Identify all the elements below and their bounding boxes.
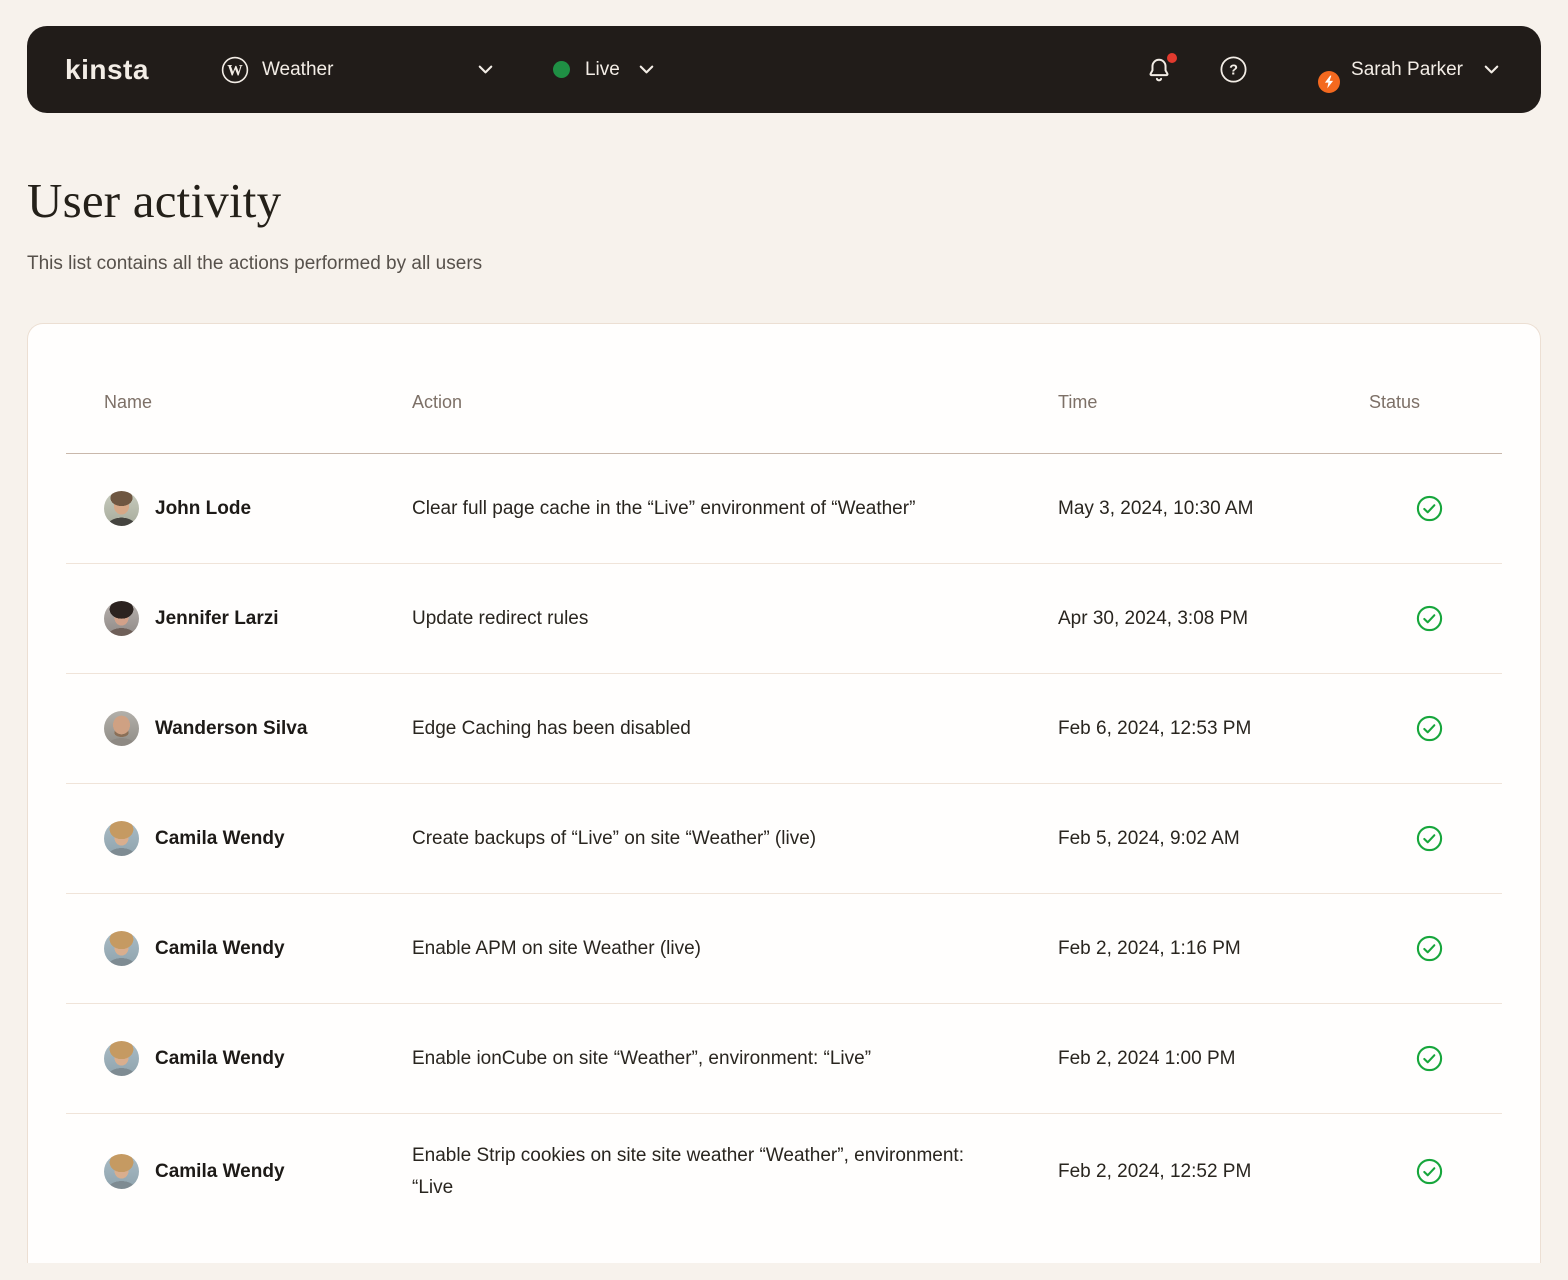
avatar (104, 491, 139, 526)
row-name: Camila Wendy (155, 1160, 285, 1182)
status-cell (1369, 825, 1502, 852)
name-cell: Camila Wendy (104, 931, 412, 966)
main-content: User activity This list contains all the… (27, 176, 1541, 1263)
chevron-down-icon (474, 58, 497, 81)
column-header-status: Status (1369, 392, 1421, 412)
wordpress-icon: W (221, 56, 249, 84)
avatar (104, 711, 139, 746)
status-cell (1369, 1045, 1502, 1072)
name-cell: Camila Wendy (104, 1154, 412, 1190)
row-name: Camila Wendy (155, 827, 285, 849)
status-success-icon (1416, 1159, 1443, 1185)
avatar (104, 1154, 139, 1190)
status-success-icon (1416, 715, 1443, 742)
screen: kinsta W Weather Live ? Sarah Parker Use… (0, 0, 1568, 1280)
row-name: Wanderson Silva (155, 717, 308, 739)
table-body: John Lode Clear full page cache in the “… (28, 454, 1540, 1230)
column-header-time: Time (1058, 392, 1098, 412)
table-row: Camila Wendy Enable Strip cookies on sit… (66, 1114, 1502, 1230)
avatar (104, 601, 139, 636)
avatar (104, 1041, 139, 1076)
live-status-dot (552, 61, 570, 78)
row-time: Feb 6, 2024, 12:53 PM (1058, 717, 1252, 739)
chevron-down-icon (635, 58, 658, 81)
row-name: Camila Wendy (155, 937, 285, 959)
status-cell (1369, 605, 1502, 632)
row-name: Jennifer Larzi (155, 607, 279, 629)
lightning-badge-icon (1318, 70, 1341, 93)
page-title: User activity (27, 173, 282, 228)
column-header-name: Name (104, 392, 153, 412)
row-time: Feb 2, 2024, 1:16 PM (1058, 937, 1241, 959)
site-selector-label: Weather (261, 58, 334, 80)
environment-selector-dropdown[interactable]: Live (552, 58, 658, 81)
row-name: John Lode (155, 497, 252, 519)
status-cell (1369, 935, 1502, 962)
kinsta-logo[interactable]: kinsta (65, 54, 149, 86)
table-row: John Lode Clear full page cache in the “… (66, 454, 1502, 564)
chevron-down-icon (1480, 58, 1503, 81)
table-header-row: Name Action Time Status (66, 324, 1502, 454)
name-cell: Jennifer Larzi (104, 601, 412, 636)
page-subtitle: This list contains all the actions perfo… (27, 253, 483, 274)
name-cell: Camila Wendy (104, 821, 412, 856)
row-action: Enable APM on site Weather (live) (412, 937, 702, 959)
user-menu-dropdown[interactable]: Sarah Parker (1294, 50, 1503, 93)
row-action: Create backups of “Live” on site “Weathe… (412, 827, 817, 849)
row-action: Enable ionCube on site “Weather”, enviro… (412, 1047, 872, 1069)
name-cell: Wanderson Silva (104, 711, 412, 746)
status-cell (1369, 1158, 1502, 1185)
status-cell (1369, 715, 1502, 742)
row-time: Apr 30, 2024, 3:08 PM (1058, 607, 1249, 629)
row-action: Clear full page cache in the “Live” envi… (412, 497, 916, 519)
status-success-icon (1416, 495, 1443, 522)
row-name: Camila Wendy (155, 1047, 285, 1069)
environment-label: Live (584, 58, 620, 80)
row-time: Feb 5, 2024, 9:02 AM (1058, 827, 1240, 849)
help-icon[interactable]: ? (1219, 55, 1248, 84)
unread-notification-dot (1167, 52, 1178, 63)
notifications-bell-icon[interactable] (1145, 52, 1178, 84)
status-success-icon (1416, 935, 1443, 962)
name-cell: John Lode (104, 491, 412, 526)
status-success-icon (1416, 1045, 1443, 1072)
status-cell (1369, 495, 1502, 522)
row-action: Edge Caching has been disabled (412, 717, 691, 739)
user-avatar (1294, 50, 1341, 93)
name-cell: Camila Wendy (104, 1041, 412, 1076)
svg-text:W: W (227, 62, 243, 79)
top-navbar: kinsta W Weather Live ? Sarah Parker (27, 26, 1541, 113)
navbar-right-group: ? Sarah Parker (1145, 50, 1503, 93)
status-success-icon (1416, 825, 1443, 852)
avatar (104, 821, 139, 856)
column-header-action: Action (412, 392, 463, 412)
user-activity-card: Name Action Time Status John Lode Clear … (27, 323, 1541, 1263)
user-name: Sarah Parker (1351, 58, 1463, 80)
row-time: May 3, 2024, 10:30 AM (1058, 497, 1254, 519)
row-action: Update redirect rules (412, 607, 589, 629)
avatar (104, 931, 139, 966)
status-success-icon (1416, 605, 1443, 632)
table-row: Camila Wendy Enable APM on site Weather … (66, 894, 1502, 1004)
table-row: Wanderson Silva Edge Caching has been di… (66, 674, 1502, 784)
row-action: Enable Strip cookies on site site weathe… (412, 1145, 964, 1198)
table-row: Camila Wendy Enable ionCube on site “Wea… (66, 1004, 1502, 1114)
svg-text:?: ? (1229, 63, 1238, 79)
table-row: Jennifer Larzi Update redirect rules Apr… (66, 564, 1502, 674)
row-time: Feb 2, 2024 1:00 PM (1058, 1047, 1236, 1069)
row-time: Feb 2, 2024, 12:52 PM (1058, 1160, 1252, 1182)
site-selector-dropdown[interactable]: W Weather (221, 56, 497, 84)
table-row: Camila Wendy Create backups of “Live” on… (66, 784, 1502, 894)
